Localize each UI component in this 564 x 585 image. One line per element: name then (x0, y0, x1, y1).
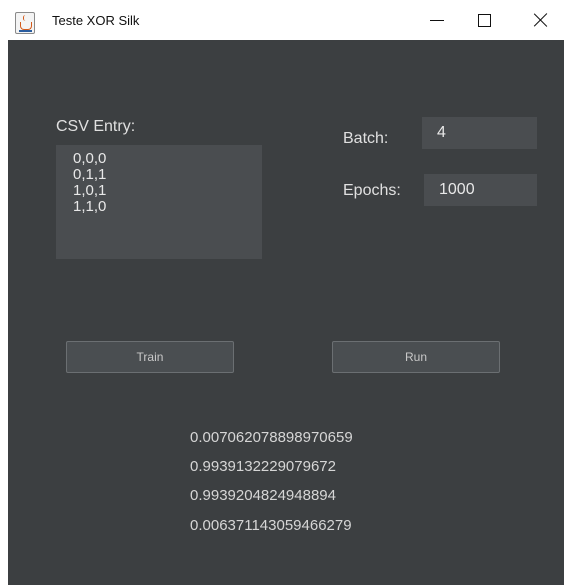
maximize-button[interactable] (461, 0, 507, 40)
run-button[interactable]: Run (332, 341, 500, 373)
csv-entry-textarea[interactable]: 0,0,0 0,1,1 1,0,1 1,1,0 (56, 145, 262, 259)
window-title: Teste XOR Silk (52, 13, 140, 28)
close-button[interactable] (518, 0, 564, 40)
csv-line: 1,1,0 (73, 198, 107, 215)
epochs-input[interactable]: 1000 (424, 174, 537, 206)
close-icon (533, 12, 549, 28)
title-bar: Teste XOR Silk (0, 0, 564, 40)
main-panel: CSV Entry: 0,0,0 0,1,1 1,0,1 1,1,0 Batch… (8, 40, 564, 585)
batch-input[interactable]: 4 (422, 117, 537, 149)
minimize-icon (430, 19, 444, 21)
csv-line: 0,1,1 (73, 166, 107, 183)
csv-line: 1,0,1 (73, 182, 107, 199)
result-value: 0.9939204824948894 (190, 487, 336, 504)
train-button[interactable]: Train (66, 341, 234, 373)
minimize-button[interactable] (414, 0, 460, 40)
csv-entry-label: CSV Entry: (56, 118, 136, 135)
batch-label: Batch: (343, 130, 389, 147)
result-value: 0.9939132229079672 (190, 458, 336, 475)
epochs-label: Epochs: (343, 182, 401, 199)
java-cup-icon (15, 12, 35, 34)
maximize-icon (477, 13, 491, 27)
result-value: 0.006371143059466279 (190, 517, 352, 534)
csv-line: 0,0,0 (73, 150, 107, 167)
result-value: 0.007062078898970659 (190, 429, 353, 446)
